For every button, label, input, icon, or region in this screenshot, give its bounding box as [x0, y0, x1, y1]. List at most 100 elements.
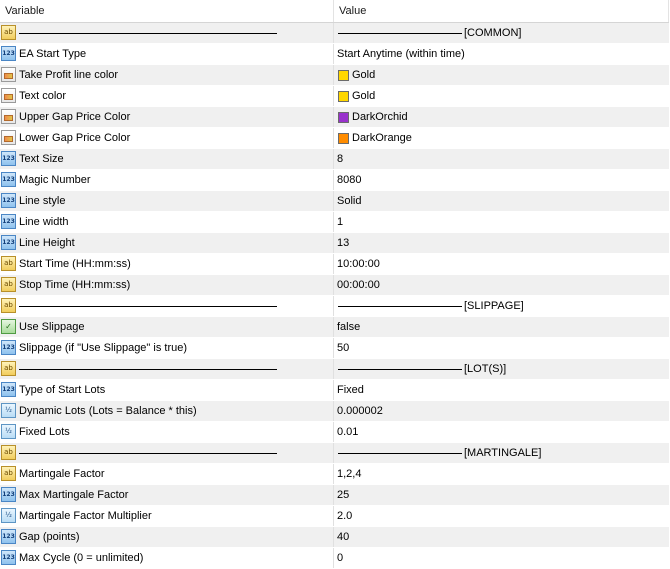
value-cell[interactable]: DarkOrchid: [335, 107, 669, 127]
variable-cell[interactable]: ab Stop Time (HH:mm:ss): [0, 275, 334, 295]
value-cell[interactable]: 2.0: [335, 506, 669, 526]
separator-row[interactable]: ab [COMMON]: [0, 23, 669, 44]
parameter-name: Martingale Factor Multiplier: [19, 510, 152, 522]
column-header-variable[interactable]: Variable: [0, 0, 334, 22]
parameter-row[interactable]: 123 Magic Number 8080: [0, 170, 669, 191]
variable-cell[interactable]: 123 Type of Start Lots: [0, 380, 334, 400]
value-cell[interactable]: 0.000002: [335, 401, 669, 421]
value-cell[interactable]: 40: [335, 527, 669, 547]
variable-cell[interactable]: 123 Line Height: [0, 233, 334, 253]
parameter-row[interactable]: 123 Line Height 13: [0, 233, 669, 254]
variable-cell[interactable]: 123 Gap (points): [0, 527, 334, 547]
value-cell[interactable]: [SLIPPAGE]: [335, 296, 669, 316]
parameter-row[interactable]: 123 Slippage (if "Use Slippage" is true) 5…: [0, 338, 669, 359]
variable-cell[interactable]: ✓ Use Slippage: [0, 317, 334, 337]
parameter-value: 10:00:00: [337, 258, 380, 270]
separator-line: [338, 33, 462, 34]
value-cell[interactable]: Fixed: [335, 380, 669, 400]
value-cell[interactable]: 8080: [335, 170, 669, 190]
variable-cell[interactable]: 123 Magic Number: [0, 170, 334, 190]
value-cell[interactable]: DarkOrange: [335, 128, 669, 148]
parameter-row[interactable]: ½ Martingale Factor Multiplier 2.0: [0, 506, 669, 527]
parameter-row[interactable]: ab Start Time (HH:mm:ss) 10:00:00: [0, 254, 669, 275]
variable-cell[interactable]: 123 Max Martingale Factor: [0, 485, 334, 505]
column-header-value[interactable]: Value: [334, 0, 669, 22]
parameter-row[interactable]: 123 Max Martingale Factor 25: [0, 485, 669, 506]
value-cell[interactable]: [COMMON]: [335, 23, 669, 43]
variable-cell[interactable]: Lower Gap Price Color: [0, 128, 334, 148]
variable-cell[interactable]: ab: [0, 359, 334, 379]
value-cell[interactable]: Solid: [335, 191, 669, 211]
value-cell[interactable]: [LOT(S)]: [335, 359, 669, 379]
value-cell[interactable]: 1: [335, 212, 669, 232]
parameter-row[interactable]: ½ Dynamic Lots (Lots = Balance * this) 0.0…: [0, 401, 669, 422]
value-cell[interactable]: 25: [335, 485, 669, 505]
variable-cell[interactable]: Upper Gap Price Color: [0, 107, 334, 127]
variable-cell[interactable]: ab: [0, 23, 334, 43]
value-cell[interactable]: 8: [335, 149, 669, 169]
value-cell[interactable]: Gold: [335, 86, 669, 106]
parameter-name: EA Start Type: [19, 48, 87, 60]
parameter-name: Take Profit line color: [19, 69, 119, 81]
parameter-name: Type of Start Lots: [19, 384, 106, 396]
separator-line: [19, 453, 277, 454]
variable-cell[interactable]: 123 Max Cycle (0 = unlimited): [0, 548, 334, 568]
string-icon: ab: [1, 277, 16, 292]
variable-cell[interactable]: 123 Text Size: [0, 149, 334, 169]
variable-cell[interactable]: ab: [0, 443, 334, 463]
variable-cell[interactable]: 123 EA Start Type: [0, 44, 334, 64]
variable-cell[interactable]: 123 Line width: [0, 212, 334, 232]
integer-icon: 123: [1, 214, 16, 229]
variable-cell[interactable]: ½ Martingale Factor Multiplier: [0, 506, 334, 526]
parameter-row[interactable]: 123 Line style Solid: [0, 191, 669, 212]
separator-row[interactable]: ab [LOT(S)]: [0, 359, 669, 380]
parameter-value: 8080: [337, 174, 362, 186]
variable-cell[interactable]: 123 Slippage (if "Use Slippage" is true): [0, 338, 334, 358]
variable-cell[interactable]: ab Martingale Factor: [0, 464, 334, 484]
parameter-row[interactable]: 123 Line width 1: [0, 212, 669, 233]
parameter-row[interactable]: 123 Type of Start Lots Fixed: [0, 380, 669, 401]
variable-cell[interactable]: ab Start Time (HH:mm:ss): [0, 254, 334, 274]
parameter-row[interactable]: 123 Max Cycle (0 = unlimited) 0: [0, 548, 669, 569]
variable-cell[interactable]: ab: [0, 296, 334, 316]
parameter-row[interactable]: 123 EA Start Type Start Anytime (within ti…: [0, 44, 669, 65]
separator-line: [338, 306, 462, 307]
value-cell[interactable]: Gold: [335, 65, 669, 85]
parameter-name: Dynamic Lots (Lots = Balance * this): [19, 405, 197, 417]
section-title: [LOT(S)]: [464, 363, 507, 375]
parameter-rows: ab [COMMON] 123 EA Start Type Start Anytime …: [0, 23, 669, 569]
separator-row[interactable]: ab [MARTINGALE]: [0, 443, 669, 464]
value-cell[interactable]: 00:00:00: [335, 275, 669, 295]
value-cell[interactable]: 13: [335, 233, 669, 253]
value-cell[interactable]: 0: [335, 548, 669, 568]
value-cell[interactable]: Start Anytime (within time): [335, 44, 669, 64]
separator-line: [19, 306, 277, 307]
parameter-row[interactable]: Upper Gap Price Color DarkOrchid: [0, 107, 669, 128]
value-cell[interactable]: 50: [335, 338, 669, 358]
value-cell[interactable]: [MARTINGALE]: [335, 443, 669, 463]
parameter-row[interactable]: 123 Text Size 8: [0, 149, 669, 170]
value-cell[interactable]: false: [335, 317, 669, 337]
parameter-row[interactable]: Text color Gold: [0, 86, 669, 107]
parameter-name: Magic Number: [19, 174, 91, 186]
parameter-row[interactable]: ✓ Use Slippage false: [0, 317, 669, 338]
variable-cell[interactable]: ½ Fixed Lots: [0, 422, 334, 442]
parameter-value: 40: [337, 531, 350, 543]
parameter-row[interactable]: Lower Gap Price Color DarkOrange: [0, 128, 669, 149]
parameter-row[interactable]: ½ Fixed Lots 0.01: [0, 422, 669, 443]
variable-cell[interactable]: ½ Dynamic Lots (Lots = Balance * this): [0, 401, 334, 421]
integer-icon: 123: [1, 529, 16, 544]
variable-cell[interactable]: 123 Line style: [0, 191, 334, 211]
variable-cell[interactable]: Take Profit line color: [0, 65, 334, 85]
separator-row[interactable]: ab [SLIPPAGE]: [0, 296, 669, 317]
parameter-name: Stop Time (HH:mm:ss): [19, 279, 131, 291]
parameter-row[interactable]: ab Martingale Factor 1,2,4: [0, 464, 669, 485]
color-icon: [1, 67, 16, 82]
variable-cell[interactable]: Text color: [0, 86, 334, 106]
value-cell[interactable]: 0.01: [335, 422, 669, 442]
value-cell[interactable]: 10:00:00: [335, 254, 669, 274]
parameter-row[interactable]: Take Profit line color Gold: [0, 65, 669, 86]
parameter-name: Start Time (HH:mm:ss): [19, 258, 131, 270]
parameter-row[interactable]: ab Stop Time (HH:mm:ss) 00:00:00: [0, 275, 669, 296]
value-cell[interactable]: 1,2,4: [335, 464, 669, 484]
